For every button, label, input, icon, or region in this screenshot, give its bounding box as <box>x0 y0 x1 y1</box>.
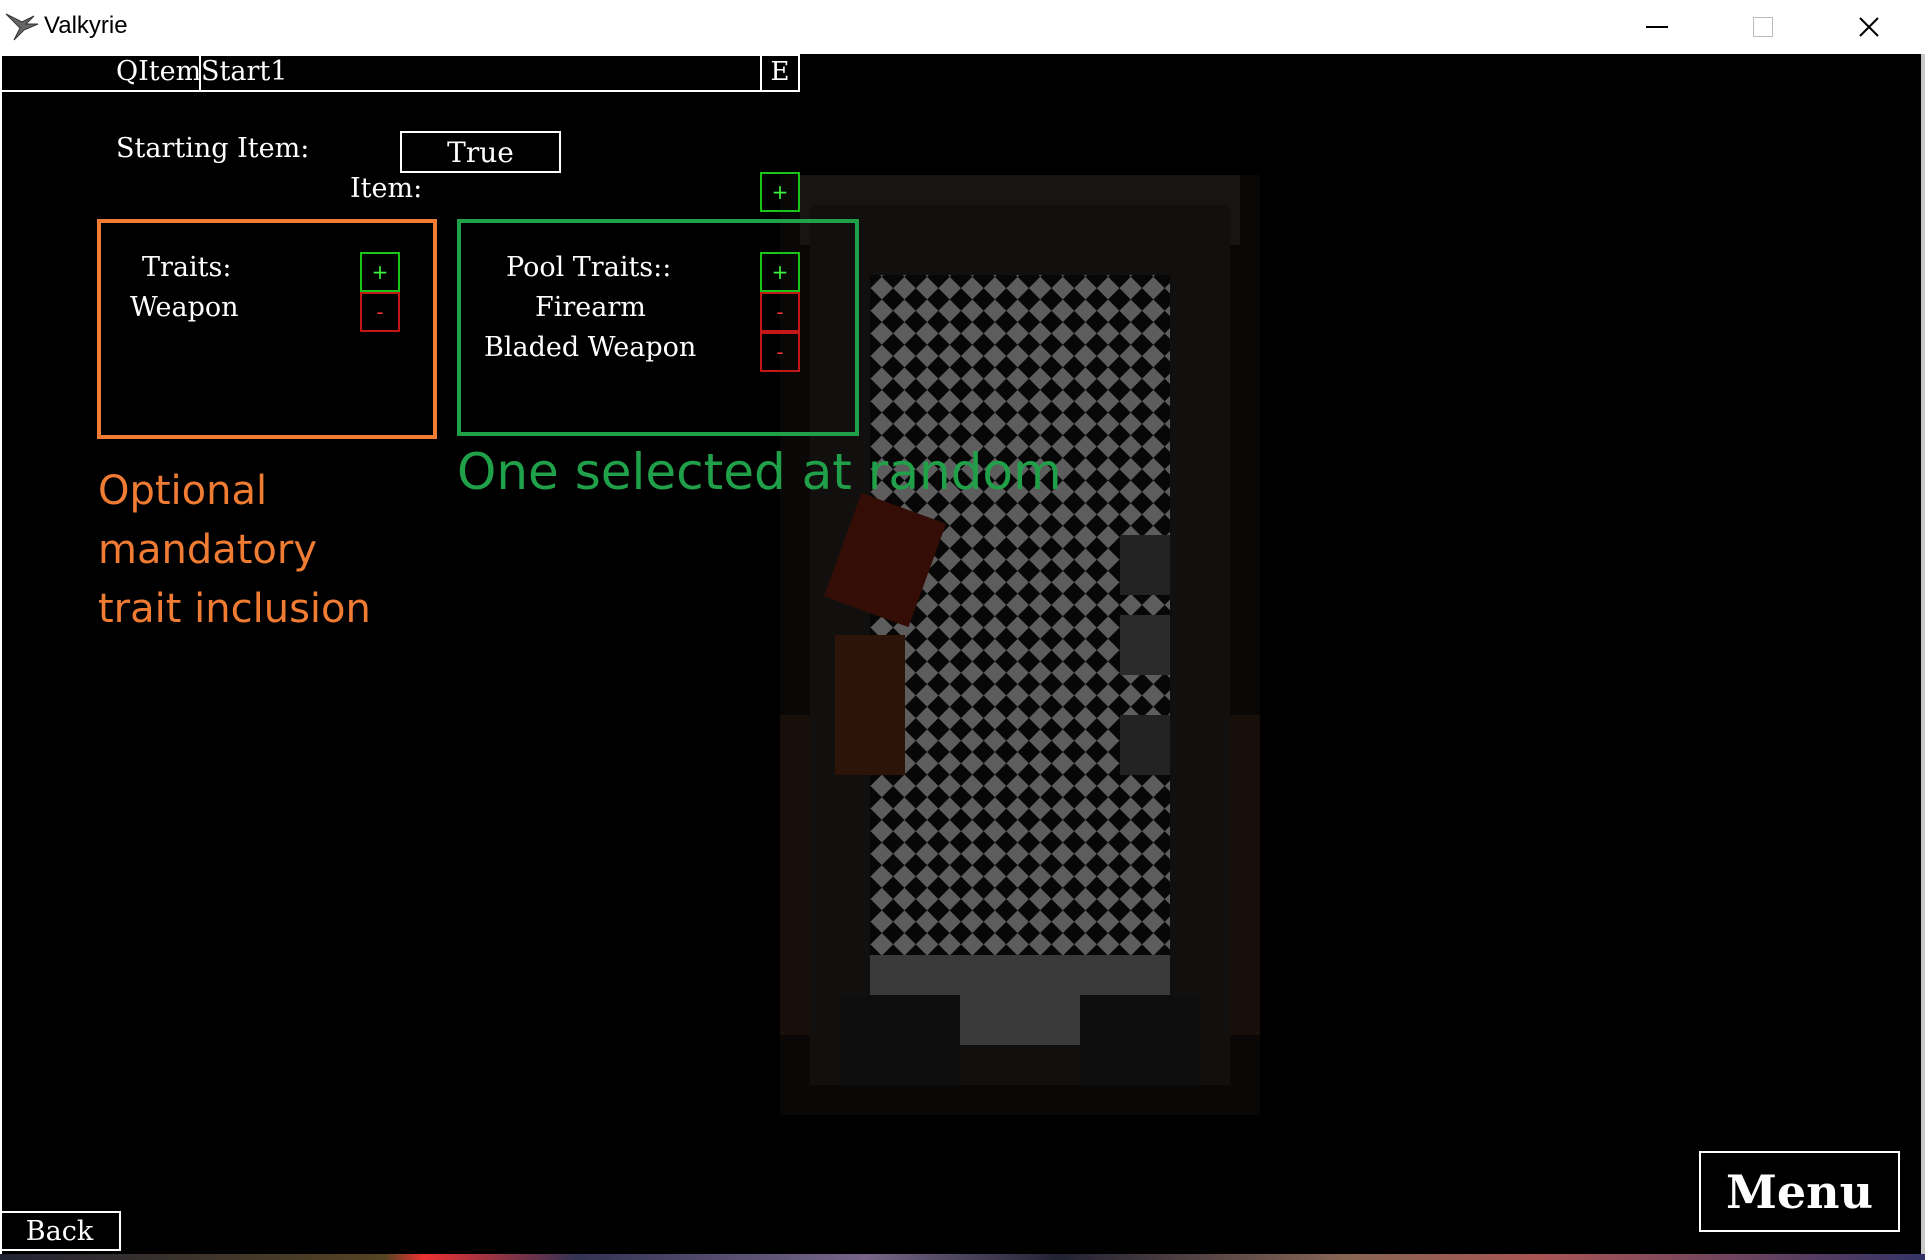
maximize-icon <box>1753 17 1773 37</box>
close-button[interactable] <box>1825 0 1913 54</box>
taskbar-strip <box>0 1254 1925 1260</box>
close-icon <box>1859 17 1879 37</box>
pool-traits-label: Pool Traits:: <box>506 252 672 283</box>
green-annotation: One selected at random <box>457 443 1062 501</box>
traits-label: Traits: <box>142 252 232 283</box>
menu-button[interactable]: Menu <box>1699 1151 1900 1232</box>
pool-trait-item-bladed-weapon: Bladed Weapon <box>484 332 697 363</box>
pool-trait-item-firearm: Firearm <box>535 292 646 323</box>
remove-trait-weapon-button[interactable]: - <box>360 292 400 332</box>
valkyrie-logo-icon <box>5 13 39 41</box>
edit-name-button[interactable]: E <box>760 52 800 92</box>
starting-item-label: Starting Item: <box>116 133 310 164</box>
title-bar: Valkyrie <box>0 0 1925 55</box>
component-name-field[interactable]: Start1 <box>201 54 287 90</box>
add-trait-button[interactable]: + <box>360 252 400 292</box>
window-edge <box>1921 54 1925 1254</box>
remove-pool-trait-firearm-button[interactable]: - <box>760 292 800 332</box>
orange-annotation-line-1: Optional <box>98 468 268 514</box>
minimize-icon <box>1646 26 1668 28</box>
add-pool-trait-button[interactable]: + <box>760 252 800 292</box>
window-title: Valkyrie <box>44 12 128 39</box>
orange-annotation-line-3: trait inclusion <box>98 586 371 632</box>
trait-item-weapon: Weapon <box>130 292 239 323</box>
item-label: Item: <box>350 173 423 204</box>
add-item-button[interactable]: + <box>760 172 800 212</box>
orange-annotation: Optional mandatory trait inclusion <box>98 462 371 639</box>
component-type-label: QItem <box>116 56 202 87</box>
remove-pool-trait-bladed-weapon-button[interactable]: - <box>760 332 800 372</box>
starting-item-toggle[interactable]: True <box>400 131 561 173</box>
back-button[interactable]: Back <box>0 1211 121 1251</box>
minimize-button[interactable] <box>1613 0 1701 54</box>
maximize-button[interactable] <box>1719 0 1807 54</box>
orange-annotation-line-2: mandatory <box>98 527 318 573</box>
